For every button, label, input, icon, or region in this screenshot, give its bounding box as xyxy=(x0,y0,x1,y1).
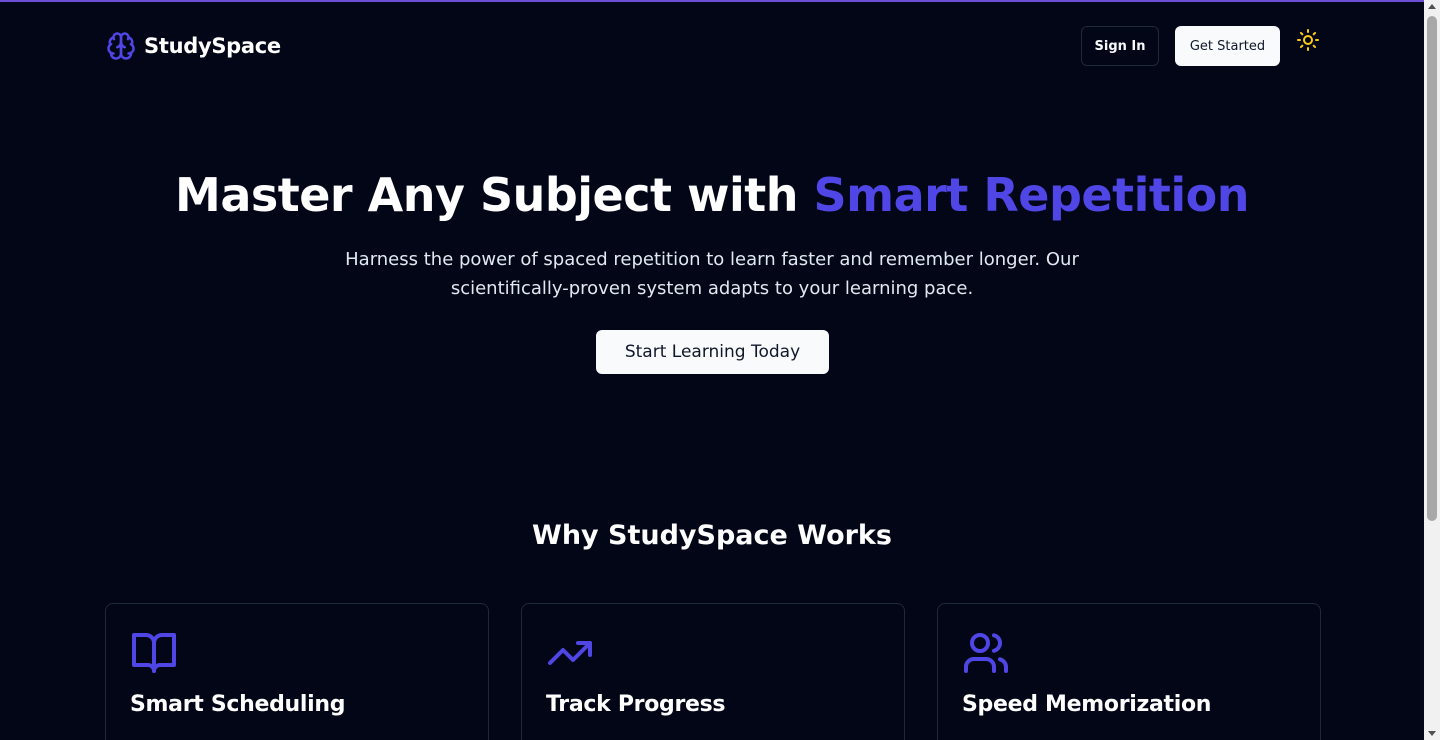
users-icon xyxy=(964,633,1008,673)
scroll-up-arrow-icon[interactable] xyxy=(1428,4,1436,9)
feature-card-speed-memorization: Speed Memorization xyxy=(937,603,1321,740)
landing-page: StudySpace Sign In Get Started Master An… xyxy=(0,2,1424,740)
hero-title: Master Any Subject with Smart Repetition xyxy=(0,168,1424,222)
trending-up-icon xyxy=(548,641,592,665)
feature-card-title: Smart Scheduling xyxy=(130,692,346,717)
scrollbar-thumb[interactable] xyxy=(1427,16,1437,521)
sun-icon[interactable] xyxy=(1296,28,1320,52)
feature-card-title: Track Progress xyxy=(546,692,726,717)
scroll-down-arrow-icon[interactable] xyxy=(1428,731,1436,736)
brand-name: StudySpace xyxy=(144,34,281,58)
get-started-button[interactable]: Get Started xyxy=(1175,26,1280,66)
feature-card-smart-scheduling: Smart Scheduling xyxy=(105,603,489,740)
brand-logo-link[interactable]: StudySpace xyxy=(106,31,281,61)
page-scrollbar[interactable] xyxy=(1424,0,1440,740)
start-learning-button[interactable]: Start Learning Today xyxy=(596,330,829,374)
brain-icon xyxy=(107,32,135,60)
book-open-icon xyxy=(132,633,176,673)
header-nav: Sign In Get Started xyxy=(1081,26,1320,66)
features-section-title: Why StudySpace Works xyxy=(532,520,892,551)
feature-card-title: Speed Memorization xyxy=(962,692,1212,717)
site-header: StudySpace Sign In Get Started xyxy=(0,2,1424,92)
hero-subtitle: Harness the power of spaced repetition t… xyxy=(345,249,1079,299)
hero-title-accent: Smart Repetition xyxy=(813,168,1250,222)
feature-card-track-progress: Track Progress xyxy=(521,603,905,740)
sign-in-button[interactable]: Sign In xyxy=(1081,26,1159,66)
hero-title-prefix: Master Any Subject with xyxy=(175,168,814,222)
